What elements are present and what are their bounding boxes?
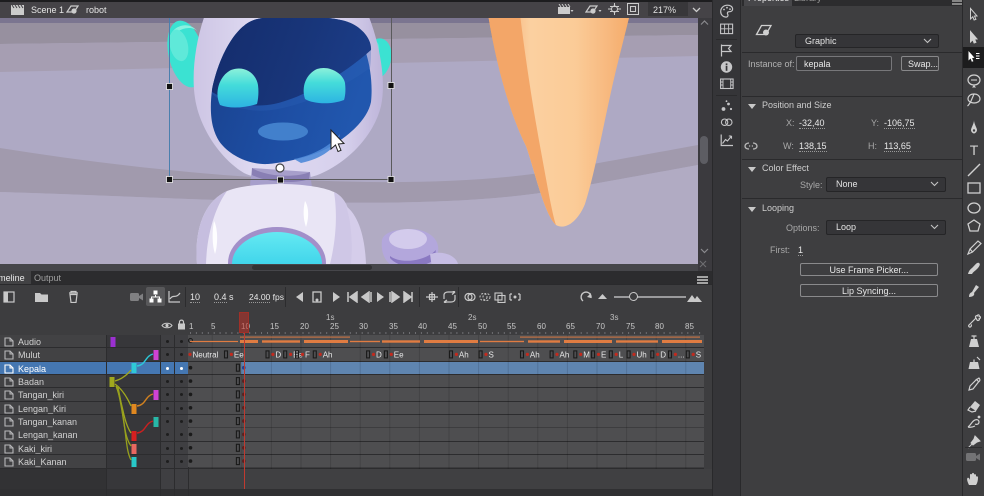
svg-text:T: T	[970, 142, 979, 158]
